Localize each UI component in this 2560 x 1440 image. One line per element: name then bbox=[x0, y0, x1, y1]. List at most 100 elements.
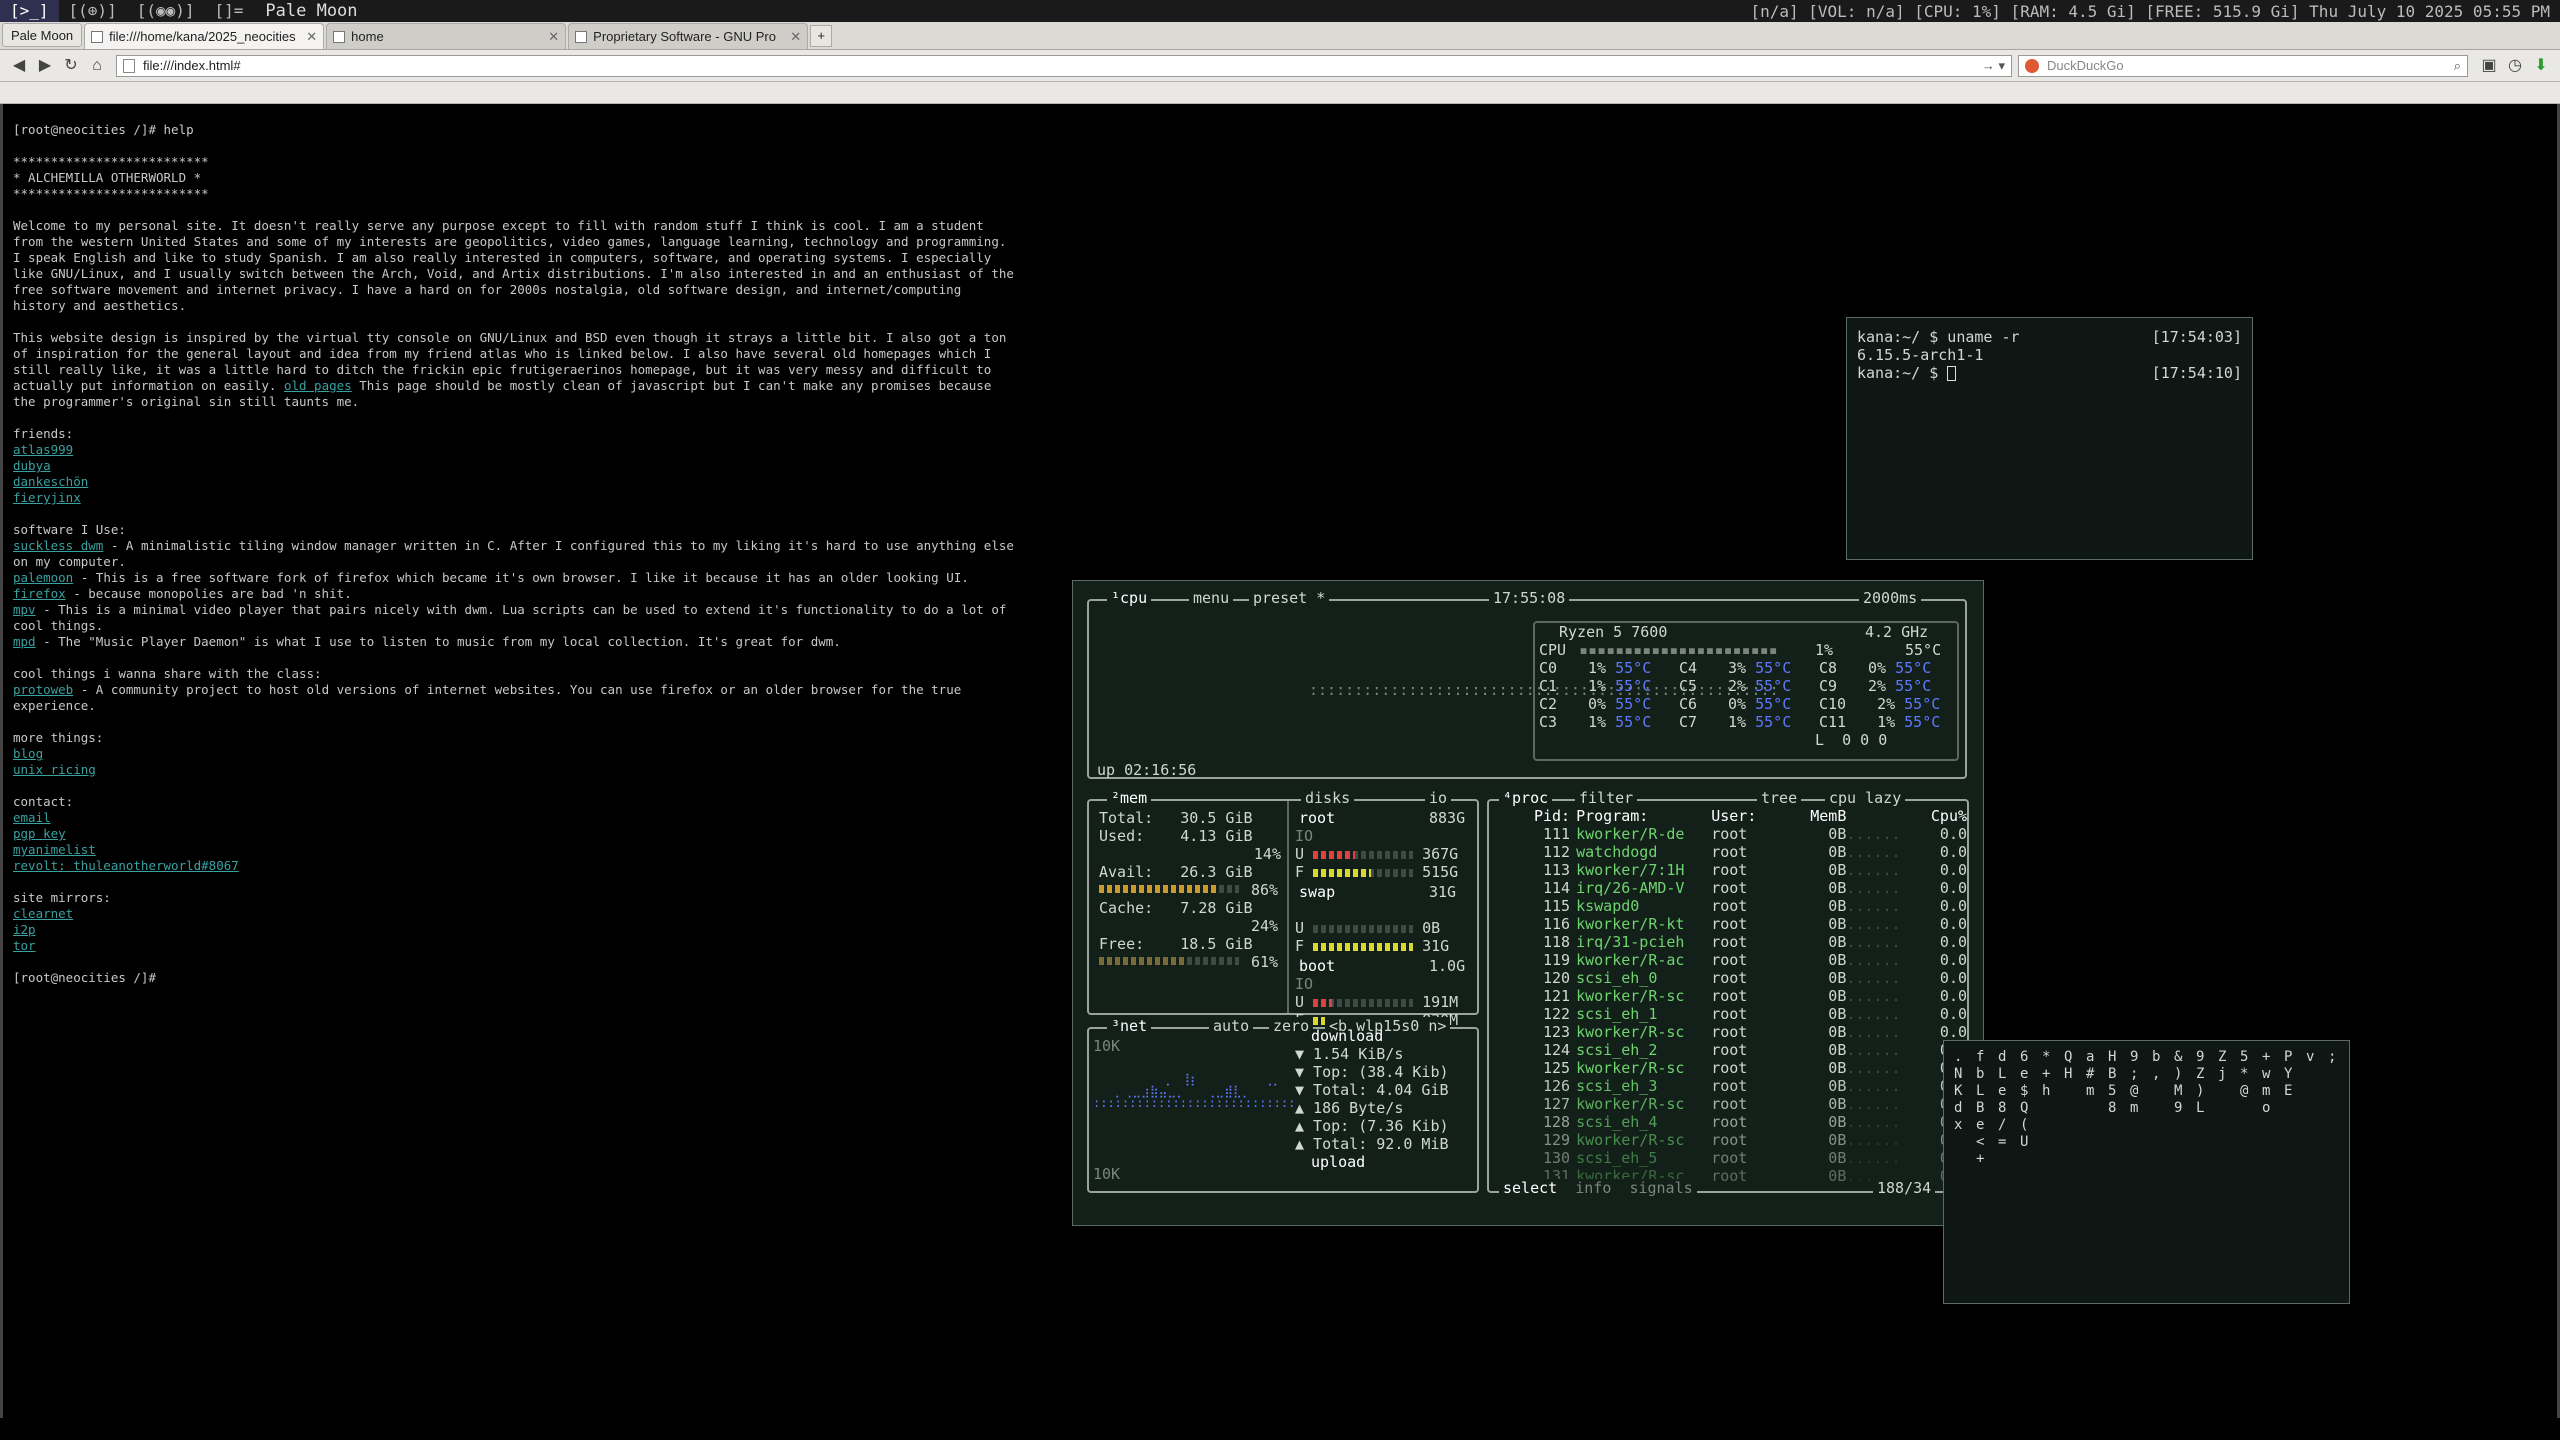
close-tab-icon[interactable]: ✕ bbox=[548, 29, 559, 45]
col-program[interactable]: Program: bbox=[1576, 807, 1711, 825]
more-link[interactable]: unix ricing bbox=[13, 762, 96, 777]
pid: 120 bbox=[1542, 969, 1571, 987]
reload-icon[interactable]: ↻ bbox=[58, 53, 84, 79]
proc-box-title[interactable]: ⁴proc bbox=[1499, 789, 1553, 807]
search-bar[interactable]: DuckDuckGo ⌕ bbox=[2018, 54, 2468, 77]
col-mem[interactable]: MemB bbox=[1788, 807, 1846, 825]
sort-selector[interactable]: cpu lazy bbox=[1825, 789, 1906, 807]
tag-web[interactable]: [(⊕)] bbox=[59, 0, 127, 22]
table-row[interactable]: 112 watchdogd root 0B...... 0.0 bbox=[1489, 843, 1967, 861]
go-icon[interactable]: → ▾ bbox=[1982, 58, 2005, 74]
table-row[interactable]: 127kworker/R-scroot0B......0.0 bbox=[1489, 1095, 1967, 1113]
net-box-title[interactable]: ³net bbox=[1107, 1017, 1152, 1035]
app-menu-button[interactable]: Pale Moon bbox=[2, 23, 83, 47]
tag-media[interactable]: [(◉◉)] bbox=[127, 0, 205, 22]
user: root bbox=[1711, 1041, 1748, 1059]
mem-box-title[interactable]: ²mem bbox=[1107, 789, 1152, 807]
history-icon[interactable]: ◷ bbox=[2502, 53, 2528, 79]
zero-toggle[interactable]: zero bbox=[1269, 1017, 1314, 1035]
more-link[interactable]: blog bbox=[13, 746, 43, 761]
table-row[interactable]: 126scsi_eh_3root0B......0.0 bbox=[1489, 1077, 1967, 1095]
back-icon[interactable]: ◀ bbox=[6, 53, 32, 79]
table-row[interactable]: 114 irq/26-AMD-V root 0B...... 0.0 bbox=[1489, 879, 1967, 897]
software-link[interactable]: firefox bbox=[13, 586, 66, 601]
friend-link[interactable]: dankeschön bbox=[13, 474, 88, 489]
table-row[interactable]: 122 scsi_eh_1 root 0B...... 0.0 bbox=[1489, 1005, 1967, 1023]
table-row[interactable]: 121 kworker/R-sc root 0B...... 0.0 bbox=[1489, 987, 1967, 1005]
contact-link[interactable]: myanimelist bbox=[13, 842, 96, 857]
tree-toggle[interactable]: tree bbox=[1757, 789, 1802, 807]
table-row[interactable]: 113 kworker/7:1H root 0B...... 0.0 bbox=[1489, 861, 1967, 879]
load-average: L 0 0 0 bbox=[1815, 731, 1888, 749]
old-pages-link[interactable]: old pages bbox=[284, 378, 352, 393]
menu-button[interactable]: menu bbox=[1189, 589, 1234, 607]
table-row[interactable]: 116 kworker/R-kt root 0B...... 0.0 bbox=[1489, 915, 1967, 933]
uname-terminal[interactable]: kana:~/ $ uname -r [17:54:03] 6.15.5-arch… bbox=[1846, 317, 2253, 560]
software-link[interactable]: suckless dwm bbox=[13, 538, 103, 553]
table-row[interactable]: 124scsi_eh_2root0B......0.0 bbox=[1489, 1041, 1967, 1059]
info-button[interactable]: info bbox=[1575, 1179, 1611, 1197]
signals-button[interactable]: signals bbox=[1629, 1179, 1692, 1197]
disks-title[interactable]: disks bbox=[1301, 789, 1355, 807]
core-label: C0 bbox=[1539, 659, 1558, 677]
close-tab-icon[interactable]: ✕ bbox=[306, 29, 317, 45]
contact-link[interactable]: pgp key bbox=[13, 826, 66, 841]
disk-0-io: IO bbox=[1295, 827, 1313, 845]
mirror-link[interactable]: i2p bbox=[13, 922, 36, 937]
cool-link[interactable]: protoweb bbox=[13, 682, 73, 697]
cpu: 0.0 bbox=[1939, 843, 1968, 861]
col-user[interactable]: User: bbox=[1711, 807, 1788, 825]
table-row[interactable]: 118 irq/31-pcieh root 0B...... 0.0 bbox=[1489, 933, 1967, 951]
download-icon[interactable]: ⬇ bbox=[2528, 53, 2554, 79]
mirror-link[interactable]: clearnet bbox=[13, 906, 73, 921]
layout-indicator[interactable]: []= bbox=[205, 0, 254, 22]
contact-link[interactable]: email bbox=[13, 810, 51, 825]
close-tab-icon[interactable]: ✕ bbox=[790, 29, 801, 45]
sidebar-icon[interactable]: ▣ bbox=[2476, 53, 2502, 79]
friend-link[interactable]: dubya bbox=[13, 458, 51, 473]
table-row[interactable]: 111 kworker/R-de root 0B...... 0.0 bbox=[1489, 825, 1967, 843]
mirror-link[interactable]: tor bbox=[13, 938, 36, 953]
tab-home[interactable]: home ✕ bbox=[326, 23, 567, 49]
table-row[interactable]: 130scsi_eh_5root0B......0.0 bbox=[1489, 1149, 1967, 1167]
friend-link[interactable]: fieryjinx bbox=[13, 490, 81, 505]
pid: 125 bbox=[1542, 1059, 1571, 1077]
software-link[interactable]: mpd bbox=[13, 634, 36, 649]
table-row[interactable]: 115 kswapd0 root 0B...... 0.0 bbox=[1489, 897, 1967, 915]
table-row[interactable]: 125kworker/R-scroot0B......0.0 bbox=[1489, 1059, 1967, 1077]
search-icon[interactable]: ⌕ bbox=[2454, 58, 2461, 74]
uptime: up 02:16:56 bbox=[1097, 761, 1197, 779]
software-link[interactable]: mpv bbox=[13, 602, 36, 617]
url-bar[interactable]: file:///index.html# → ▾ bbox=[116, 54, 2012, 77]
new-tab-button[interactable]: + bbox=[810, 25, 833, 47]
pid: 111 bbox=[1542, 825, 1571, 843]
col-pid[interactable]: Pid: bbox=[1489, 807, 1576, 825]
preset-button[interactable]: preset * bbox=[1249, 589, 1330, 607]
filter-button[interactable]: filter bbox=[1575, 789, 1638, 807]
disk-free-meter bbox=[1313, 869, 1414, 877]
tab-gnu[interactable]: Proprietary Software - GNU Pro ✕ bbox=[568, 23, 809, 49]
table-row[interactable]: 120 scsi_eh_0 root 0B...... 0.0 bbox=[1489, 969, 1967, 987]
contact-link[interactable]: revolt: thuleanotherworld#8067 bbox=[13, 858, 239, 873]
tab-local-file[interactable]: file:///home/kana/2025_neocities ✕ bbox=[84, 23, 325, 49]
interval[interactable]: 2000ms bbox=[1859, 589, 1922, 607]
forward-icon[interactable]: ▶ bbox=[32, 53, 58, 79]
auto-toggle[interactable]: auto bbox=[1209, 1017, 1254, 1035]
matrix-terminal[interactable]: . N K d x f b L B e < + d L e 8 / = 6 e $ Q… bbox=[1943, 1040, 2350, 1304]
table-row[interactable]: 119 kworker/R-ac root 0B...... 0.0 bbox=[1489, 951, 1967, 969]
table-row[interactable]: 128scsi_eh_4root0B......0.0 bbox=[1489, 1113, 1967, 1131]
table-row[interactable]: 123 kworker/R-sc root 0B...... 0.0 bbox=[1489, 1023, 1967, 1041]
home-icon[interactable]: ⌂ bbox=[84, 53, 110, 79]
core-temp: 55°C bbox=[1755, 713, 1792, 731]
cpu-box-title[interactable]: ¹cpu bbox=[1107, 589, 1152, 607]
select-button[interactable]: select bbox=[1503, 1179, 1557, 1197]
cpu-core-11: C11 1% 55°C bbox=[1819, 713, 1940, 731]
friend-link[interactable]: atlas999 bbox=[13, 442, 73, 457]
btop-terminal[interactable]: ¹cpu menu preset * 17:55:08 2000ms :::::… bbox=[1072, 580, 1984, 1226]
tag-terminal[interactable]: [>_] bbox=[0, 0, 59, 22]
software-link[interactable]: palemoon bbox=[13, 570, 73, 585]
io-toggle[interactable]: io bbox=[1425, 789, 1452, 807]
cpu-total-meter: ▪▪▪▪▪▪▪▪▪▪▪▪▪▪▪▪▪▪▪▪▪▪ bbox=[1579, 641, 1778, 659]
table-row[interactable]: 129kworker/R-scroot0B......0.0 bbox=[1489, 1131, 1967, 1149]
col-cpu[interactable]: Cpu% bbox=[1914, 807, 1967, 825]
